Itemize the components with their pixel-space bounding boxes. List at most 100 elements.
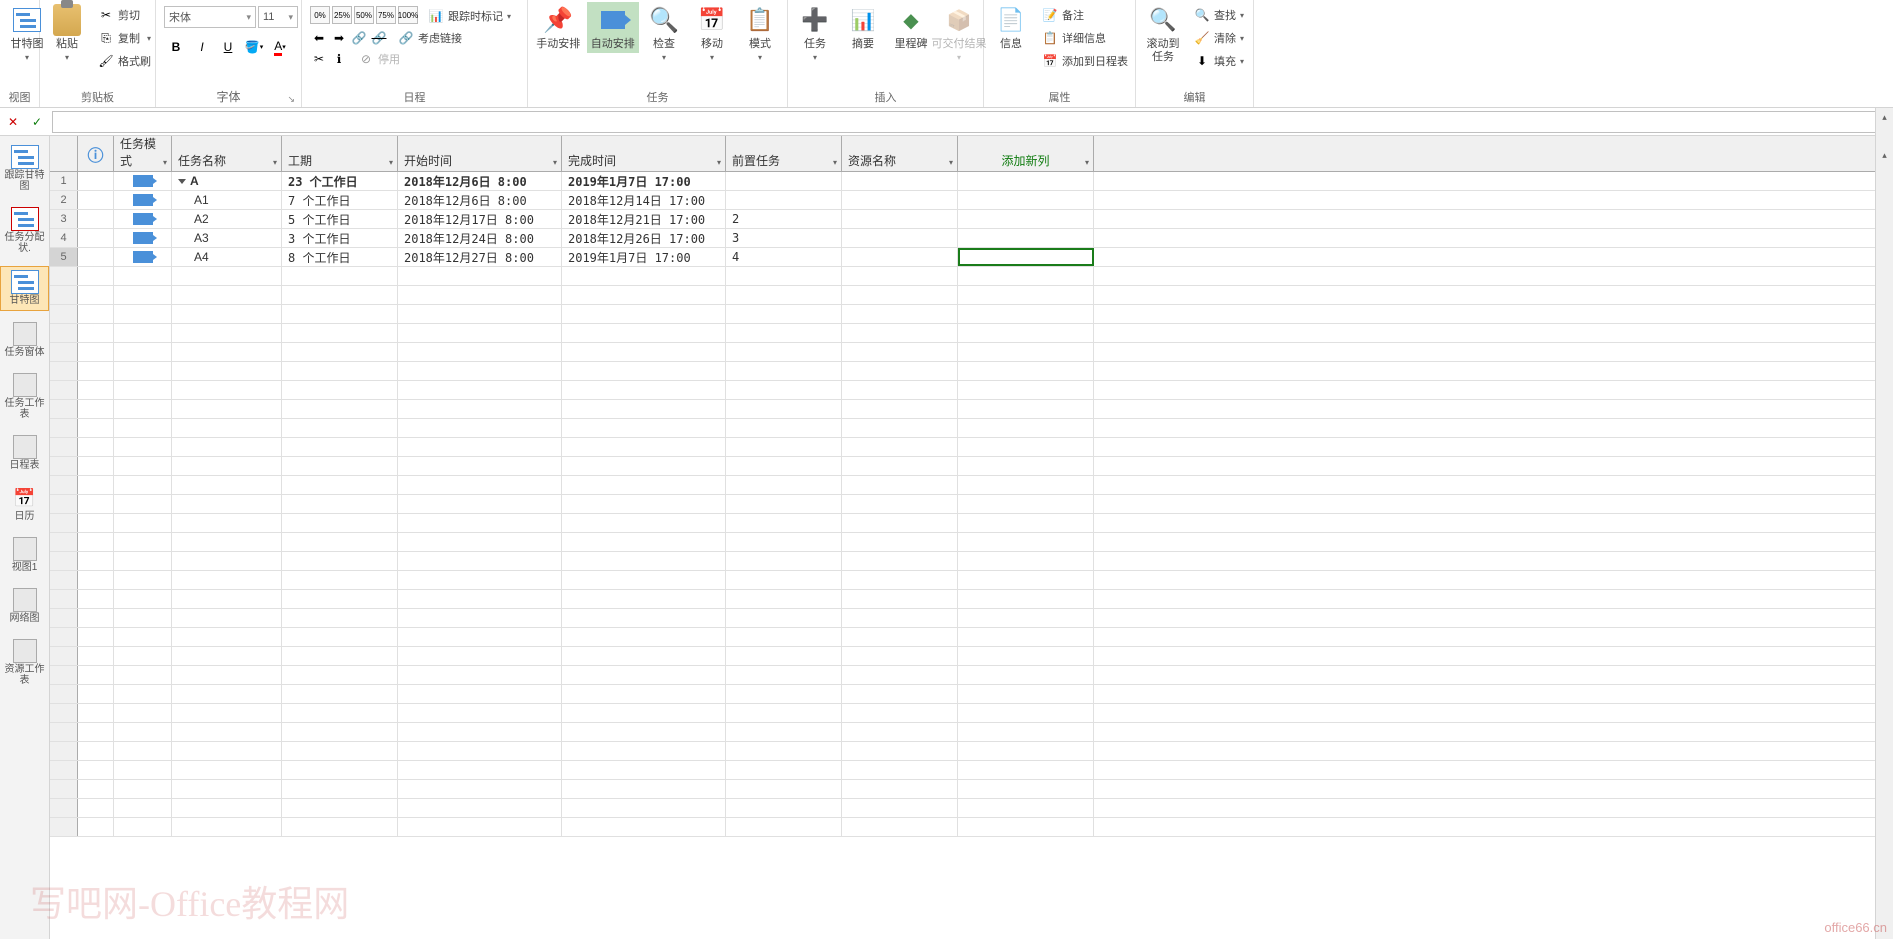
sidebar-tracking-gantt[interactable]: 跟踪甘特图 [0,142,49,196]
table-row-empty[interactable] [50,666,1893,685]
table-row-empty[interactable] [50,286,1893,305]
move-button[interactable]: 📅 移动 ▾ [689,2,735,64]
clear-button[interactable]: 🧹清除▾ [1190,27,1248,49]
cell-add[interactable] [958,191,1094,209]
task-button[interactable]: ➕ 任务 ▾ [792,2,838,64]
select-all-corner[interactable] [50,136,78,171]
font-launcher[interactable]: ↘ [287,94,295,105]
cell-add[interactable] [958,229,1094,247]
link-button[interactable]: 🔗 [350,29,368,47]
cancel-entry-button[interactable]: ✕ [4,113,22,131]
sidebar-calendar[interactable]: 📅 日历 [0,483,49,526]
cell-mode[interactable] [114,172,172,190]
table-row-empty[interactable] [50,628,1893,647]
bold-button[interactable]: B [164,36,188,58]
col-header-info[interactable]: ⓘ [78,136,114,171]
cell-duration[interactable]: 5 个工作日 [282,210,398,228]
paste-button[interactable]: 粘贴 ▾ [44,2,90,64]
font-name-combo[interactable]: 宋体 [164,6,256,28]
cell-resources[interactable] [842,191,958,209]
row-header[interactable] [50,609,78,627]
row-header[interactable] [50,571,78,589]
cell-duration[interactable]: 7 个工作日 [282,191,398,209]
find-button[interactable]: 🔍查找▾ [1190,4,1248,26]
row-header[interactable] [50,818,78,836]
summary-button[interactable]: 📊 摘要 [840,2,886,53]
col-header-name[interactable]: 任务名称▾ [172,136,282,171]
col-header-add[interactable]: 添加新列▾ [958,136,1094,171]
fill-color-button[interactable]: 🪣▾ [242,36,266,58]
milestone-button[interactable]: ◆ 里程碑 [888,2,934,53]
cell-add[interactable] [958,172,1094,190]
row-header[interactable] [50,381,78,399]
row-header[interactable] [50,419,78,437]
cell-finish[interactable]: 2018年12月21日 17:00 [562,210,726,228]
pct-0-button[interactable]: 0% [310,6,330,24]
cell-mode[interactable] [114,229,172,247]
cell-duration[interactable]: 3 个工作日 [282,229,398,247]
outdent-button[interactable]: ⬅ [310,29,328,47]
table-row-empty[interactable] [50,704,1893,723]
row-header[interactable] [50,286,78,304]
cell-resources[interactable] [842,210,958,228]
row-header[interactable] [50,324,78,342]
row-header[interactable] [50,533,78,551]
cell-resources[interactable] [842,172,958,190]
row-header[interactable]: 2 [50,191,78,209]
sidebar-resource-sheet[interactable]: 资源工作表 [0,636,49,690]
table-row-empty[interactable] [50,362,1893,381]
cell-info[interactable] [78,172,114,190]
cell-predecessors[interactable]: 3 [726,229,842,247]
row-header[interactable] [50,267,78,285]
sidebar-gantt[interactable]: 甘特图 [0,266,49,311]
mode-button[interactable]: 📋 模式 ▾ [737,2,783,64]
scroll-to-task-button[interactable]: 🔍 滚动到任务 [1140,2,1186,66]
row-header[interactable] [50,666,78,684]
row-header[interactable] [50,628,78,646]
table-row[interactable]: 2A17 个工作日2018年12月6日 8:002018年12月14日 17:0… [50,191,1893,210]
table-row[interactable]: 4A33 个工作日2018年12月24日 8:002018年12月26日 17:… [50,229,1893,248]
col-header-resources[interactable]: 资源名称▾ [842,136,958,171]
cell-finish[interactable]: 2019年1月7日 17:00 [562,172,726,190]
row-header[interactable] [50,343,78,361]
table-row-empty[interactable] [50,552,1893,571]
cell-info[interactable] [78,248,114,266]
table-row-empty[interactable] [50,647,1893,666]
col-header-predecessors[interactable]: 前置任务▾ [726,136,842,171]
manual-schedule-button[interactable]: 📌 手动安排 [532,2,585,53]
row-header[interactable]: 4 [50,229,78,247]
table-row-empty[interactable] [50,419,1893,438]
confirm-entry-button[interactable]: ✓ [28,113,46,131]
fill-button[interactable]: ⬇填充▾ [1190,50,1248,72]
table-row[interactable]: 5A48 个工作日2018年12月27日 8:002019年1月7日 17:00… [50,248,1893,267]
table-row-empty[interactable] [50,571,1893,590]
table-row-empty[interactable] [50,381,1893,400]
table-row-empty[interactable] [50,685,1893,704]
row-header[interactable] [50,552,78,570]
cell-resources[interactable] [842,229,958,247]
information-button[interactable]: 📄 信息 [988,2,1034,53]
cell-duration[interactable]: 8 个工作日 [282,248,398,266]
sidebar-task-sheet[interactable]: 任务工作表 [0,370,49,424]
row-header[interactable]: 3 [50,210,78,228]
cell-finish[interactable]: 2018年12月14日 17:00 [562,191,726,209]
pct-75-button[interactable]: 75% [376,6,396,24]
table-row-empty[interactable] [50,533,1893,552]
scroll-up-button[interactable]: ▴ [1876,146,1893,164]
row-header[interactable] [50,647,78,665]
cell-info[interactable] [78,229,114,247]
row-header[interactable] [50,723,78,741]
vertical-scrollbar[interactable]: ▴ ▴ [1875,108,1893,939]
format-painter-button[interactable]: 🖌格式刷 [94,50,155,72]
cell-info[interactable] [78,210,114,228]
table-row[interactable]: 3A25 个工作日2018年12月17日 8:002018年12月21日 17:… [50,210,1893,229]
row-header[interactable] [50,742,78,760]
cell-start[interactable]: 2018年12月27日 8:00 [398,248,562,266]
row-header[interactable] [50,400,78,418]
table-row-empty[interactable] [50,305,1893,324]
pct-50-button[interactable]: 50% [354,6,374,24]
cell-name[interactable]: A3 [172,229,282,247]
table-row-empty[interactable] [50,514,1893,533]
details-button[interactable]: 📋详细信息 [1038,27,1132,49]
cell-start[interactable]: 2018年12月17日 8:00 [398,210,562,228]
